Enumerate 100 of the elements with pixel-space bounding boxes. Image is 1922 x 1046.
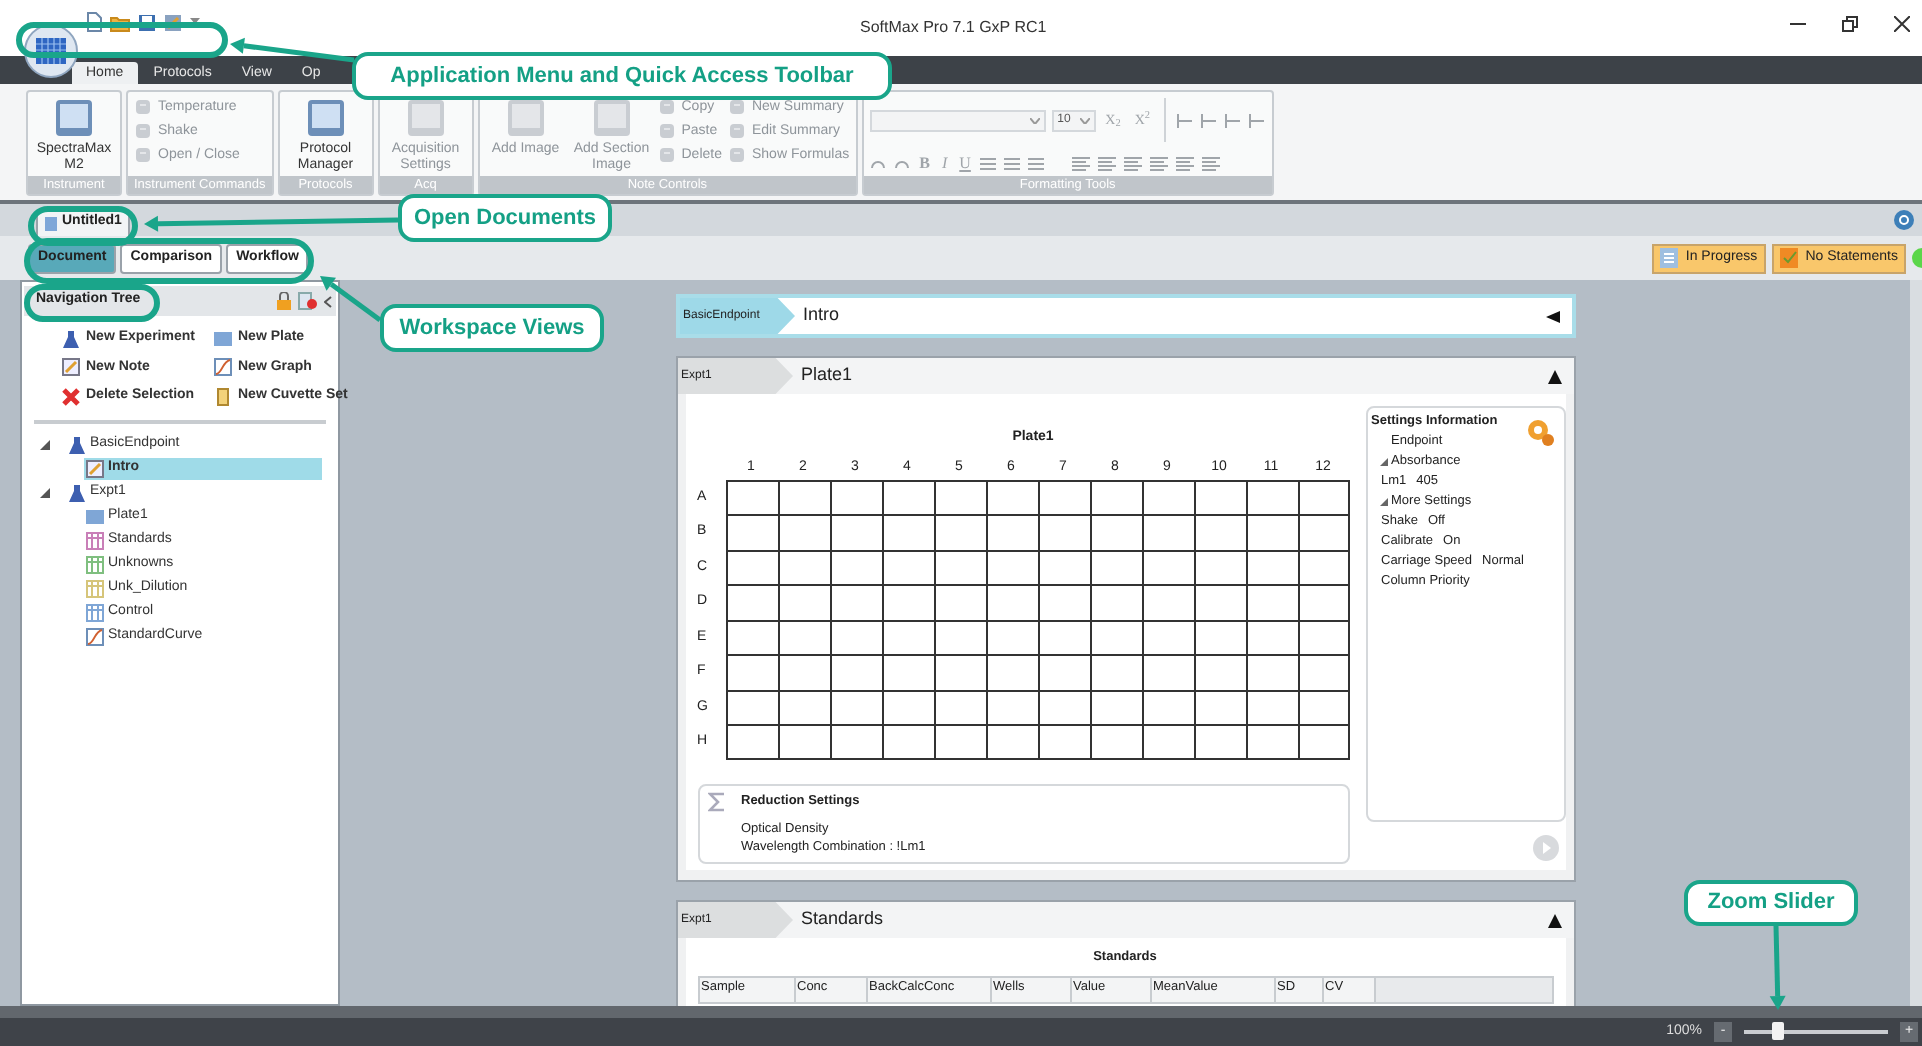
plate-well[interactable] [1037,549,1089,584]
plate-well[interactable] [1297,654,1349,689]
plate-well[interactable] [725,619,777,654]
plate-well[interactable] [933,584,985,619]
plate-well[interactable] [725,689,777,724]
restore-icon[interactable] [1842,16,1858,32]
plate-well[interactable] [933,724,985,759]
close-icon[interactable] [1894,16,1910,32]
plate-well[interactable] [985,689,1037,724]
plate-well[interactable] [1037,689,1089,724]
plate-well[interactable] [1141,654,1193,689]
plate-well[interactable] [725,724,777,759]
plate-well[interactable] [1141,549,1193,584]
plate-well[interactable] [1297,479,1349,514]
plate-well[interactable] [1245,654,1297,689]
plate-well[interactable] [829,584,881,619]
plate-well[interactable] [1089,514,1141,549]
plate-well[interactable] [933,619,985,654]
plate-well[interactable] [1245,549,1297,584]
plate-well[interactable] [829,549,881,584]
plate-well[interactable] [725,654,777,689]
plate-well[interactable] [829,514,881,549]
plate-well[interactable] [777,619,829,654]
plate-well[interactable] [985,654,1037,689]
gear-icon[interactable] [1525,418,1553,446]
plate-well[interactable] [1141,619,1193,654]
plate-well[interactable] [1193,654,1245,689]
plate-well[interactable] [1193,479,1245,514]
lock-icon[interactable] [276,292,292,310]
plate-well[interactable] [1297,689,1349,724]
plate-well[interactable] [1089,689,1141,724]
plate-well[interactable] [725,514,777,549]
plate-well[interactable] [1297,724,1349,759]
plate-well[interactable] [1245,514,1297,549]
plate-well[interactable] [725,479,777,514]
plate-well[interactable] [933,479,985,514]
plate-well[interactable] [829,689,881,724]
plate-well[interactable] [1141,689,1193,724]
plate-well[interactable] [1245,689,1297,724]
dropdown-caret-icon[interactable] [190,18,200,26]
plate-well[interactable] [985,724,1037,759]
plate-well[interactable] [1193,689,1245,724]
plate-well[interactable] [1297,514,1349,549]
plate-well[interactable] [725,584,777,619]
zoom-slider-thumb[interactable] [1771,1022,1784,1040]
plate-well[interactable] [881,479,933,514]
plate-well[interactable] [777,689,829,724]
plate-well[interactable] [829,654,881,689]
plate-well[interactable] [985,479,1037,514]
plate-well[interactable] [1037,654,1089,689]
plate-well[interactable] [985,584,1037,619]
plate-well[interactable] [1141,724,1193,759]
plate-well[interactable] [881,619,933,654]
plate-well[interactable] [881,689,933,724]
plate-well[interactable] [777,549,829,584]
plate-well[interactable] [1297,549,1349,584]
plate-well[interactable] [1089,619,1141,654]
expanded-triangle-icon[interactable] [40,439,50,449]
expanded-triangle-icon[interactable] [1379,458,1387,466]
plate-well[interactable] [1089,479,1141,514]
plate-well[interactable] [1037,584,1089,619]
plate-well[interactable] [881,724,933,759]
up-triangle-icon[interactable] [1547,913,1561,927]
plate-well[interactable] [777,654,829,689]
plate-well[interactable] [777,479,829,514]
plate-well[interactable] [1089,549,1141,584]
plate-well[interactable] [1037,619,1089,654]
plate-well[interactable] [985,514,1037,549]
plate-well[interactable] [881,654,933,689]
plate-well[interactable] [1193,724,1245,759]
plate-well[interactable] [933,689,985,724]
plate-well[interactable] [777,584,829,619]
plate-well[interactable] [1245,619,1297,654]
plate-well[interactable] [1089,724,1141,759]
plate-well[interactable] [777,724,829,759]
blocked-document-icon[interactable] [298,292,318,310]
plate-well[interactable] [933,549,985,584]
expanded-triangle-icon[interactable] [1379,498,1387,506]
plate-well[interactable] [1193,514,1245,549]
plate-well[interactable] [829,724,881,759]
plate-well[interactable] [881,584,933,619]
plate-well[interactable] [881,514,933,549]
plate-well[interactable] [725,549,777,584]
plate-well[interactable] [1037,724,1089,759]
plate-well[interactable] [1141,514,1193,549]
plate-well[interactable] [985,549,1037,584]
plate-well[interactable] [881,549,933,584]
left-triangle-icon[interactable] [1545,309,1559,323]
plate-well[interactable] [829,619,881,654]
plate-well[interactable] [1193,619,1245,654]
plate-well[interactable] [1245,584,1297,619]
help-icon[interactable] [1894,210,1914,230]
plate-well[interactable] [1089,584,1141,619]
plate-well[interactable] [1193,549,1245,584]
plate-well[interactable] [777,514,829,549]
plate-well[interactable] [1297,619,1349,654]
plate-well[interactable] [1141,479,1193,514]
plate-well[interactable] [985,619,1037,654]
plate-well[interactable] [1141,584,1193,619]
up-triangle-icon[interactable] [1547,369,1561,383]
